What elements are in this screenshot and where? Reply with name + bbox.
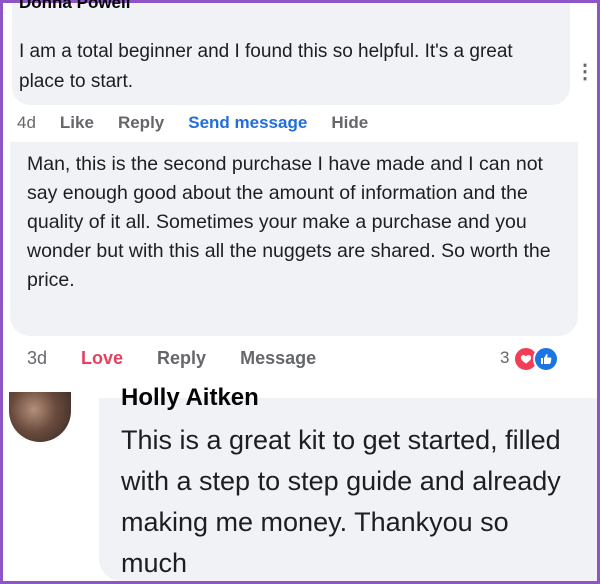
comment-actions: 4d Like Reply Send message Hide [17,113,368,133]
comment-time: 3d [27,348,48,368]
reply-button[interactable]: Reply [118,113,164,133]
comment-time: 4d [17,113,36,132]
send-message-button[interactable]: Send message [188,113,307,133]
hide-button[interactable]: Hide [331,113,368,133]
comment-text: This is a great kit to get started, fill… [121,425,561,578]
like-reaction-icon [533,346,560,372]
comment-actions: 3d Love Reply Message [27,348,316,369]
commenter-name[interactable]: Holly Aitken [121,384,259,412]
love-button[interactable]: Love [81,348,123,369]
avatar[interactable] [9,392,71,442]
reaction-count: 3 [500,348,510,367]
more-options-icon[interactable]: ⋮ [575,59,595,84]
comment-text: Man, this is the second purchase I have … [27,153,551,291]
commenter-name[interactable]: Donna Powell [19,0,130,13]
comment-text: I am a total beginner and I found this s… [19,41,513,92]
message-button[interactable]: Message [240,348,316,369]
reaction-icons [513,346,561,372]
reply-button[interactable]: Reply [157,348,206,369]
comment-3: Holly Aitken This is a great kit to get … [3,384,597,581]
reactions-summary[interactable]: 3 [500,346,561,372]
comment-2: Man, this is the second purchase I have … [3,142,597,392]
like-button[interactable]: Like [60,113,94,133]
comment-1: Donna Powell I am a total beginner and I… [3,0,597,142]
